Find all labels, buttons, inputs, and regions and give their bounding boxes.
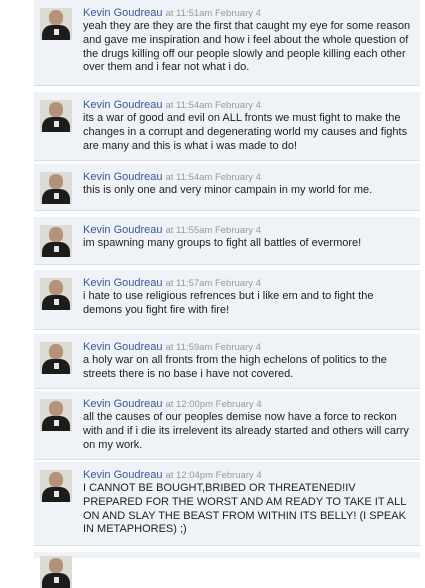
author-link[interactable]: Kevin Goudreau [83,469,163,481]
wall-post [34,552,420,588]
avatar[interactable] [40,100,72,132]
avatar[interactable] [40,556,72,588]
author-link[interactable]: Kevin Goudreau [83,277,163,289]
post-timestamp: at 11:51am February 4 [165,8,261,19]
author-link[interactable]: Kevin Goudreau [83,224,163,236]
author-link[interactable]: Kevin Goudreau [83,341,163,353]
post-text: a holy war on all fronts from the high e… [83,354,387,380]
wall-post: Kevin Goudreau at 11:54am February 4 this… [34,164,420,211]
post-text: i hate to use religious refrences but i … [83,290,374,316]
wall-post: Kevin Goudreau at 11:55am February 4 im s… [34,217,420,265]
avatar[interactable] [40,470,72,502]
post-timestamp: at 12:00pm February 4 [165,399,262,410]
author-link[interactable]: Kevin Goudreau [83,398,163,410]
avatar[interactable] [40,225,72,257]
avatar[interactable] [40,278,72,310]
post-timestamp: at 11:57am February 4 [165,278,261,289]
post-text: yeah they are they are the first that ca… [83,20,411,74]
post-timestamp: at 12:04pm February 4 [165,470,262,481]
post-timestamp: at 11:55am February 4 [165,225,261,236]
post-text: this is only one and very minor campain … [83,184,373,196]
post-timestamp: at 11:54am February 4 [165,172,261,183]
author-link[interactable]: Kevin Goudreau [83,99,163,111]
post-text: its a war of good and evil on ALL fronts… [83,112,408,152]
post-text: I CANNOT BE BOUGHT,BRIBED OR THREATENED!… [83,482,406,536]
post-timestamp: at 11:59am February 4 [165,342,261,353]
post-timestamp: at 11:54am February 4 [165,100,261,111]
author-link[interactable]: Kevin Goudreau [83,7,163,19]
wall-post: Kevin Goudreau at 11:59am February 4 a ho… [34,334,420,389]
post-text: im spawning many groups to fight all bat… [83,237,362,249]
post-text: all the causes of our peoples demise now… [83,411,409,451]
wall-post: Kevin Goudreau at 12:00pm February 4 all … [34,391,420,460]
avatar[interactable] [40,399,72,431]
author-link[interactable]: Kevin Goudreau [83,171,163,183]
avatar[interactable] [40,8,72,40]
wall-post: Kevin Goudreau at 11:51am February 4 yeah… [34,0,420,86]
wall-post: Kevin Goudreau at 12:04pm February 4 I CA… [34,462,420,546]
wall-feed: Kevin Goudreau at 11:51am February 4 yeah… [0,0,425,588]
wall-post: Kevin Goudreau at 11:57am February 4 i ha… [34,270,420,330]
avatar[interactable] [40,172,72,204]
avatar[interactable] [40,342,72,374]
wall-post: Kevin Goudreau at 11:54am February 4 its … [34,92,420,161]
